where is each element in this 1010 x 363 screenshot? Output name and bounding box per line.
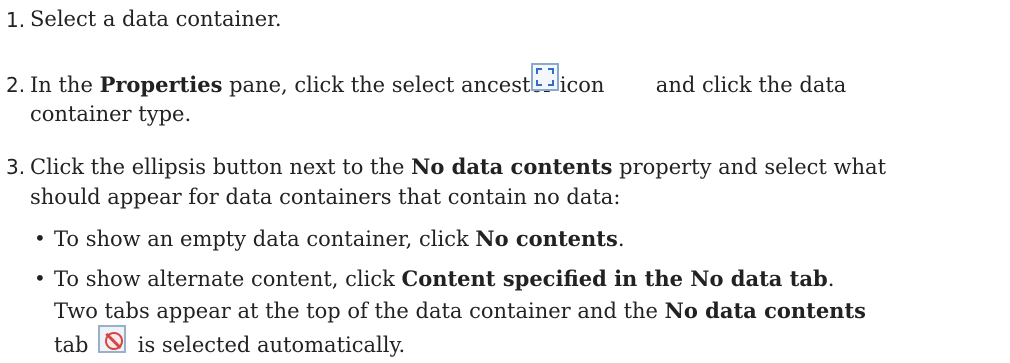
bullet-1-pre: To show an empty data container, click (54, 227, 476, 251)
bullet-2-pre: To show alternate content, click (54, 267, 402, 291)
note-pre: Two tabs appear at the top of the data c… (54, 299, 665, 323)
no-contents-option: No contents (475, 226, 618, 251)
step-3-post: property and select what (612, 155, 887, 179)
step-2-line-1: In the Properties pane, click the select… (30, 72, 846, 97)
note-line-1: Two tabs appear at the top of the data c… (54, 298, 866, 323)
note-post: is selected automatically. (131, 333, 406, 357)
bullet-1-post: . (617, 227, 625, 251)
step-1-text: Select a data container. (30, 7, 282, 31)
step-number-2: 2. (6, 73, 26, 97)
step-2-pre: In the (30, 73, 100, 97)
step-3-line-1: Click the ellipsis button next to the No… (30, 154, 886, 179)
step-3-line-2: should appear for data containers that c… (30, 185, 621, 209)
bullet-marker-2: • (34, 266, 46, 290)
content-specified-option: Content specified in the No data tab (401, 266, 828, 291)
no-data-tab-icon (98, 325, 126, 353)
step-number-1: 1. (6, 8, 26, 32)
properties-pane-name: Properties (99, 72, 223, 97)
no-data-contents-property: No data contents (411, 154, 613, 179)
step-3-pre: Click the ellipsis button next to the (30, 155, 412, 179)
step-2-post2: and click the data (649, 73, 847, 97)
bullet-2-post: . (827, 267, 835, 291)
select-ancestor-icon (531, 63, 559, 91)
bullet-marker-1: • (34, 226, 46, 250)
bullet-1-text: To show an empty data container, click N… (54, 226, 625, 251)
bullet-2-text: To show alternate content, click Content… (54, 266, 834, 291)
no-data-contents-tab-name: No data contents (664, 298, 866, 323)
note-tab-word: tab (54, 333, 96, 357)
step-2-line-2: container type. (30, 102, 192, 126)
step-number-3: 3. (6, 155, 26, 179)
